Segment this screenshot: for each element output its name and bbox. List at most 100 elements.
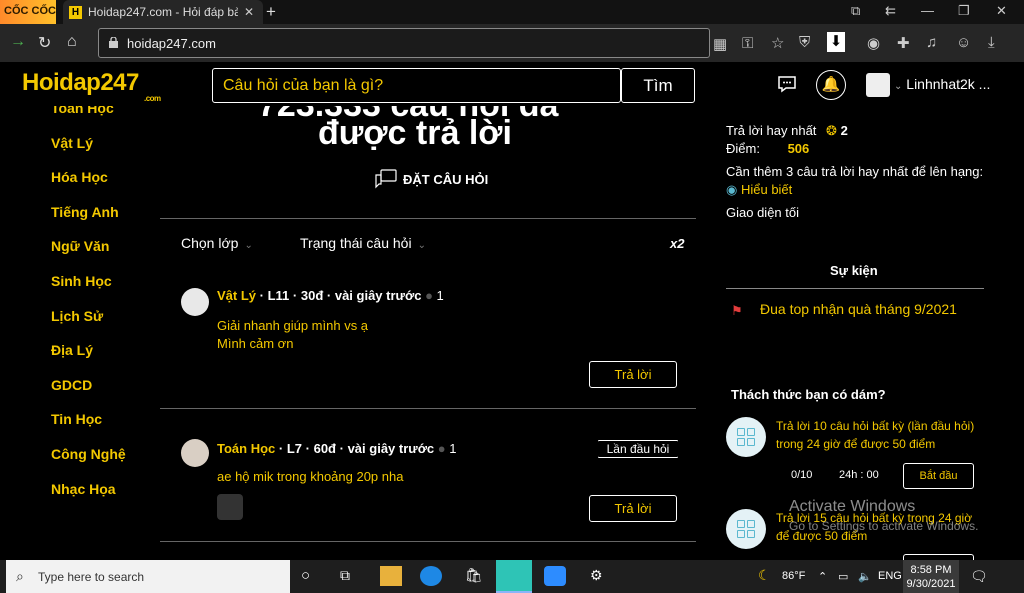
sidebar-item-ngu-van[interactable]: Ngữ Văn [51, 238, 126, 273]
activate-windows-sub: Go to Settings to activate Windows. [789, 519, 979, 533]
avatar[interactable] [181, 439, 209, 467]
username[interactable]: ⌄ Linhnhat2k ... [894, 76, 990, 92]
question-text-line: Mình cảm ơn [217, 336, 294, 351]
new-tab-icon[interactable]: + [266, 2, 276, 22]
sidebar-item-vat-ly[interactable]: Vật Lý [51, 135, 126, 170]
sidebar-item-tin-hoc[interactable]: Tin Học [51, 411, 126, 446]
tab-title: Hoidap247.com - Hỏi đáp bà [88, 5, 238, 19]
question-subject[interactable]: Toán Học [217, 441, 275, 456]
shield-icon[interactable]: ⛨ [799, 34, 810, 51]
divider [160, 218, 696, 219]
notification-center-icon[interactable]: 🗨 [970, 568, 988, 585]
sidebar-item-hoa-hoc[interactable]: Hóa Học [51, 169, 126, 204]
sidebar-item-dia-ly[interactable]: Địa Lý [51, 342, 126, 377]
sidebar-item-nhac-hoa[interactable]: Nhạc Họa [51, 481, 126, 516]
extension-coccoc-icon[interactable]: ◉ [867, 34, 880, 52]
user-count-icon: ● [437, 441, 446, 456]
notification-bell-icon[interactable]: 🔔 [816, 70, 846, 100]
sidebar-item-lich-su[interactable]: Lịch Sử [51, 308, 126, 343]
task-view-icon[interactable]: ⧉ [340, 567, 350, 584]
messages-icon[interactable] [777, 74, 797, 94]
best-answers-label: Trả lời hay nhất [726, 123, 817, 138]
chevron-up-icon[interactable]: ⌃ [818, 570, 827, 583]
cortana-icon[interactable]: ○ [301, 567, 310, 584]
puzzle-extensions-icon[interactable]: ✚ [897, 34, 910, 52]
screenshot-icon[interactable]: ⧉ [851, 3, 860, 19]
reply-button[interactable]: Trả lời [589, 495, 677, 522]
taskbar-search[interactable]: ⌕ Type here to search [6, 560, 290, 593]
restore-icon[interactable]: ❐ [958, 3, 970, 19]
question-grade: L7 [286, 441, 303, 456]
start-challenge-button[interactable]: Bắt đầu [903, 463, 974, 489]
sidebar-item-gdcd[interactable]: GDCD [51, 377, 126, 412]
zoom-icon[interactable] [544, 566, 566, 586]
site-logo[interactable]: Hoidap247 .com [22, 69, 161, 103]
download-page-icon[interactable]: ⬇ [827, 32, 845, 52]
edge-icon[interactable] [420, 566, 442, 586]
sidebar-item-sinh-hoc[interactable]: Sinh Học [51, 273, 126, 308]
url-text: hoidap247.com [127, 36, 216, 51]
search-input[interactable] [212, 68, 621, 103]
windows-taskbar: ⌕ Type here to search ○ ⧉ 🛍 ⚙ ☾ 86°F ⌃ ▭… [0, 560, 1024, 593]
attachment-thumbnail[interactable] [217, 494, 243, 520]
clock-date: 9/30/2021 [906, 578, 956, 590]
avatar[interactable] [866, 73, 890, 97]
browser-tabstrip: CỐC CỐC H Hoidap247.com - Hỏi đáp bà ✕ +… [0, 0, 1024, 24]
logo-suffix: .com [144, 94, 161, 103]
downloads-icon[interactable]: ⤓ [988, 34, 995, 51]
battery-icon[interactable]: ▭ [838, 570, 848, 583]
avatar[interactable] [181, 288, 209, 316]
question-text-line: ae hộ mik trong khoảng 20p nha [217, 469, 404, 484]
ask-question-button[interactable]: ĐẶT CÂU HỎI [375, 169, 488, 189]
best-answers-value: 2 [840, 123, 848, 138]
screen: CỐC CỐC H Hoidap247.com - Hỏi đáp bà ✕ +… [0, 0, 1024, 593]
reply-button[interactable]: Trả lời [589, 361, 677, 388]
question-meta: Vật Lý · L11 · 30đ · vài giây trước ● 1 [217, 288, 444, 303]
key-icon[interactable]: ⚿ [742, 35, 753, 52]
close-tab-icon[interactable]: ✕ [244, 5, 254, 19]
qr-code-icon[interactable]: ▦ [713, 35, 727, 53]
clock[interactable]: 8:58 PM 9/30/2021 [903, 560, 959, 593]
grade-filter[interactable]: Chọn lớp ⌄ [181, 235, 253, 251]
bookmark-star-icon[interactable]: ☆ [771, 34, 784, 52]
reload-icon[interactable]: ↻ [38, 33, 51, 53]
store-icon[interactable]: 🛍 [465, 567, 483, 584]
minimize-icon[interactable]: — [921, 3, 934, 18]
x2-badge: x2 [670, 236, 685, 251]
close-window-icon[interactable]: ✕ [996, 3, 1007, 19]
sidebar-item-tieng-anh[interactable]: Tiếng Anh [51, 204, 126, 239]
question-subject[interactable]: Vật Lý [217, 288, 256, 303]
forward-arrow-icon[interactable]: → [10, 33, 26, 51]
sidebar-toggle-icon[interactable]: ⇇ [885, 3, 896, 19]
search-button[interactable]: Tìm [621, 68, 695, 103]
rank-row[interactable]: ◉ Hiểu biết [726, 182, 792, 198]
browser-toolbar: → ↻ ⌂ hoidap247.com ▦ ⚿ ☆ ⛨ ⬇ ◉ ✚ ♫ ☺ ⤓ [0, 24, 1024, 62]
file-explorer-icon[interactable] [380, 566, 402, 586]
settings-gear-icon[interactable]: ⚙ [590, 567, 603, 584]
question-count: 1 [436, 288, 444, 303]
status-filter[interactable]: Trạng thái câu hỏi ⌄ [300, 235, 426, 251]
home-icon[interactable]: ⌂ [67, 33, 77, 51]
volume-icon[interactable]: 🔈 [858, 570, 872, 583]
challenge-grid-icon [726, 417, 766, 457]
sidebar-item-cong-nghe[interactable]: Công Nghệ [51, 446, 126, 481]
browser-tab[interactable]: H Hoidap247.com - Hỏi đáp bà ✕ [63, 0, 263, 24]
page: Toán Học Vật Lý Hóa Học Tiếng Anh Ngữ Vă… [0, 62, 1024, 560]
question-text-line: Giải nhanh giúp mình vs ạ [217, 318, 369, 333]
address-bar[interactable]: hoidap247.com ▦ ⚿ ☆ ⛨ ⬇ [98, 28, 845, 58]
coccoc-taskbar-icon[interactable] [496, 560, 532, 593]
question-body[interactable]: Giải nhanh giúp mình vs ạ Mình cảm ơn [217, 317, 368, 353]
question-body[interactable]: ae hộ mik trong khoảng 20p nha [217, 468, 403, 486]
browser-brand[interactable]: CỐC CỐC [0, 0, 56, 24]
weather-temp[interactable]: 86°F [782, 570, 805, 582]
profile-icon[interactable]: ☺ [956, 34, 971, 51]
events-title: Sự kiện [830, 263, 878, 278]
language-indicator[interactable]: ENG [878, 570, 902, 582]
challenge-text-line: trong 24 giờ để được 50 điểm [776, 437, 936, 451]
dark-mode-toggle[interactable]: Giao diện tối [726, 205, 799, 220]
points-value: 506 [787, 141, 810, 156]
music-icon[interactable]: ♫ [926, 34, 937, 51]
event-link[interactable]: Đua top nhận quà tháng 9/2021 [760, 301, 957, 317]
points-label: Điểm: [726, 141, 760, 156]
subject-sidebar: Toán Học Vật Lý Hóa Học Tiếng Anh Ngữ Vă… [51, 100, 126, 515]
